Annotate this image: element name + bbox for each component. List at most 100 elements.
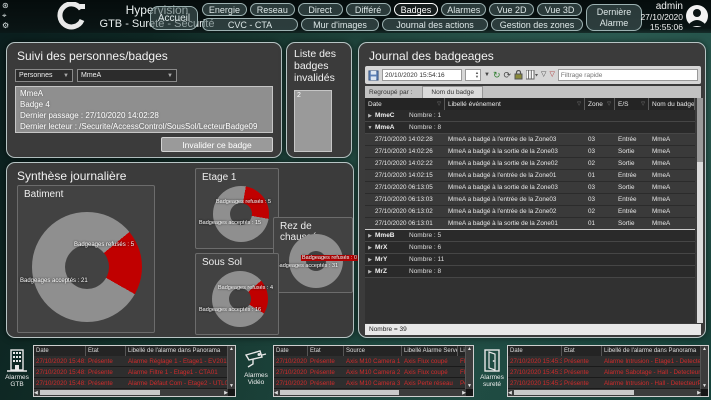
save-icon[interactable] xyxy=(368,70,379,81)
building-icon[interactable] xyxy=(2,349,32,373)
journal-data-row[interactable]: 27/10/2020 14:02:22MmeA a badgé à la sor… xyxy=(365,158,695,170)
expander-icon[interactable]: ▶ xyxy=(365,113,375,119)
scroll-up-icon[interactable]: ▲ xyxy=(702,346,707,352)
nav-tab-reseau[interactable]: Reseau xyxy=(250,3,295,16)
scrollbar-thumb[interactable] xyxy=(40,390,160,395)
alarm-row[interactable]: 27/10/2020 15:48:41PrésenteAlarme Défaut… xyxy=(34,378,235,389)
refresh-icon[interactable]: ↻ xyxy=(493,70,501,80)
filter-icon[interactable]: ▽ xyxy=(541,70,546,80)
expander-icon[interactable]: ▶ xyxy=(365,245,375,251)
journal-data-row[interactable]: 27/10/2020 14:02:26MmeA a badgé à la sor… xyxy=(365,146,695,158)
invalid-badge-item[interactable]: 2 xyxy=(295,91,331,100)
nav-tab-energie[interactable]: Energie xyxy=(202,3,247,16)
scroll-left-icon[interactable]: ◀ xyxy=(34,390,38,396)
alarm-col-0[interactable]: Date xyxy=(508,346,562,356)
alarm-row[interactable]: 27/10/2020PrésenteAxis M10 Camera 1Axis … xyxy=(274,356,473,367)
nav-tab-diff-r-[interactable]: Différé xyxy=(346,3,391,16)
alarm-vertical-scrollbar[interactable]: ▲▼ xyxy=(465,346,473,389)
alarm-col-2[interactable]: Source xyxy=(344,346,402,356)
nav-tab-mur-d-images[interactable]: Mur d'images xyxy=(301,18,379,31)
scroll-right-icon[interactable]: ▶ xyxy=(697,390,701,396)
alarm-row[interactable]: 27/10/2020 15:48:44PrésenteAlarme Filtre… xyxy=(34,367,235,378)
nav-tab-alarmes[interactable]: Alarmes xyxy=(441,3,486,16)
alarm-row[interactable]: 27/10/2020 15:45:31PrésenteAlarme Intrus… xyxy=(508,356,708,367)
journal-group-row[interactable]: ▶MrZNombre : 8 xyxy=(365,266,695,278)
expander-icon[interactable]: ▶ xyxy=(365,269,375,275)
alarm-col-1[interactable]: Etat xyxy=(86,346,126,356)
filter-funnel-icon[interactable]: ▽ xyxy=(577,101,581,107)
group-by-chip[interactable]: Nom du badge xyxy=(422,86,483,98)
scroll-down-icon[interactable]: ▼ xyxy=(229,383,234,389)
journal-data-row[interactable]: 27/10/2020 06:13:05MmeA a badgé à la sor… xyxy=(365,182,695,194)
scroll-down-icon[interactable]: ▼ xyxy=(702,383,707,389)
scroll-right-icon[interactable]: ▶ xyxy=(462,390,466,396)
alarm-row[interactable]: 27/10/2020 15:45:31PrésenteAlarme Sabota… xyxy=(508,367,708,378)
scroll-up-icon[interactable]: ▲ xyxy=(467,346,472,352)
scroll-right-icon[interactable]: ▶ xyxy=(224,390,228,396)
alarm-col-1[interactable]: Etat xyxy=(308,346,344,356)
alarm-col-2[interactable]: Libellé de l'alarme dans Panorama xyxy=(126,346,235,356)
nav-tab-journal-des-actions[interactable]: Journal des actions xyxy=(382,18,488,31)
invalidate-badge-button[interactable]: Invalider ce badge xyxy=(161,137,273,152)
nav-tab-cvc-cta[interactable]: CVC - CTA xyxy=(202,18,298,31)
key-icon[interactable]: ⌖ xyxy=(2,11,9,21)
door-icon[interactable] xyxy=(477,349,507,373)
alarm-col-3[interactable]: Libellé Alarme Serveur Vidéo xyxy=(402,346,458,356)
alarm-row[interactable]: 27/10/2020 15:45:28PrésenteAlarme Intrus… xyxy=(508,378,708,389)
journal-col-2[interactable]: Zone▽ xyxy=(585,98,615,110)
expander-icon[interactable]: ▼ xyxy=(365,125,375,131)
lock-icon[interactable] xyxy=(514,70,523,80)
journal-group-row[interactable]: ▶MmeBNombre : 5 xyxy=(365,230,695,242)
person-type-select[interactable]: Personnes ▼ xyxy=(15,69,73,82)
scroll-left-icon[interactable]: ◀ xyxy=(274,390,278,396)
nav-tab-badges[interactable]: Badges xyxy=(394,3,439,16)
scroll-down-icon[interactable]: ▼ xyxy=(467,383,472,389)
journal-data-row[interactable]: 27/10/2020 06:13:03MmeA a badgé à l'entr… xyxy=(365,194,695,206)
alarm-row[interactable]: 27/10/2020 15:48:47PrésenteAlarme Réglag… xyxy=(34,356,235,367)
alarm-horizontal-scrollbar[interactable]: ◀▶ xyxy=(34,389,228,396)
journal-vertical-scrollbar[interactable] xyxy=(697,98,703,323)
filter-funnel-icon[interactable]: ▽ xyxy=(607,101,611,107)
clear-filter-icon[interactable]: ▽ xyxy=(549,70,554,80)
alarm-col-0[interactable]: Date xyxy=(274,346,308,356)
nav-accueil-button[interactable]: Accueil xyxy=(150,6,198,30)
quick-filter-input[interactable] xyxy=(558,69,698,81)
scroll-up-icon[interactable]: ▲ xyxy=(229,346,234,352)
journal-col-1[interactable]: Libellé événement▽ xyxy=(445,98,585,110)
date-filter-input[interactable] xyxy=(382,69,462,81)
journal-col-3[interactable]: E/S▽ xyxy=(615,98,649,110)
alarm-col-1[interactable]: Etat xyxy=(562,346,602,356)
journal-col-0[interactable]: Date▽ xyxy=(365,98,445,110)
alarm-row[interactable]: 27/10/2020PrésenteAxis M10 Camera 3Axis … xyxy=(274,378,473,389)
invalid-badges-list[interactable]: 2 xyxy=(294,90,332,152)
alarm-horizontal-scrollbar[interactable]: ◀▶ xyxy=(274,389,466,396)
nav-tab-vue-2d[interactable]: Vue 2D xyxy=(489,3,534,16)
last-alarm-button[interactable]: Dernière Alarme xyxy=(586,4,642,31)
user-avatar-icon[interactable] xyxy=(685,4,709,28)
journal-group-row[interactable]: ▶MrYNombre : 11 xyxy=(365,254,695,266)
journal-col-4[interactable]: Nom du badge▽ xyxy=(649,98,695,110)
alarm-col-2[interactable]: Libellé de l'alarme dans Panorama xyxy=(602,346,708,356)
auto-refresh-icon[interactable]: ⟳ xyxy=(504,70,512,80)
journal-data-row[interactable]: 27/10/2020 14:02:15MmeA a badgé à l'entr… xyxy=(365,170,695,182)
alarm-col-0[interactable]: Date xyxy=(34,346,86,356)
alarm-horizontal-scrollbar[interactable]: ◀▶ xyxy=(508,389,701,396)
scroll-left-icon[interactable]: ◀ xyxy=(508,390,512,396)
columns-icon[interactable] xyxy=(526,70,538,80)
nav-tab-direct[interactable]: Direct xyxy=(298,3,343,16)
filter-funnel-icon[interactable]: ▽ xyxy=(437,101,441,107)
alarm-row[interactable]: 27/10/2020PrésenteAxis M10 Camera 2Axis … xyxy=(274,367,473,378)
target-icon[interactable]: ⊛ xyxy=(2,1,9,11)
alarm-vertical-scrollbar[interactable]: ▲▼ xyxy=(700,346,708,389)
journal-data-row[interactable]: 27/10/2020 14:02:28MmeA a badgé à l'entr… xyxy=(365,134,695,146)
gear-icon[interactable]: ⚙ xyxy=(2,21,9,31)
period-select[interactable]: ▼ xyxy=(484,70,490,80)
journal-data-row[interactable]: 27/10/2020 06:13:01MmeA a badgé à la sor… xyxy=(365,218,695,230)
scrollbar-thumb[interactable] xyxy=(280,390,399,395)
spinner-stepper[interactable]: ▲▼ xyxy=(465,69,481,81)
journal-data-row[interactable]: 27/10/2020 06:13:02MmeA a badgé à l'entr… xyxy=(365,206,695,218)
journal-group-row[interactable]: ▼MmeANombre : 8 xyxy=(365,122,695,134)
nav-tab-gestion-des-zones[interactable]: Gestion des zones xyxy=(491,18,583,31)
nav-tab-vue-3d[interactable]: Vue 3D xyxy=(537,3,582,16)
journal-group-row[interactable]: ▶MrXNombre : 6 xyxy=(365,242,695,254)
